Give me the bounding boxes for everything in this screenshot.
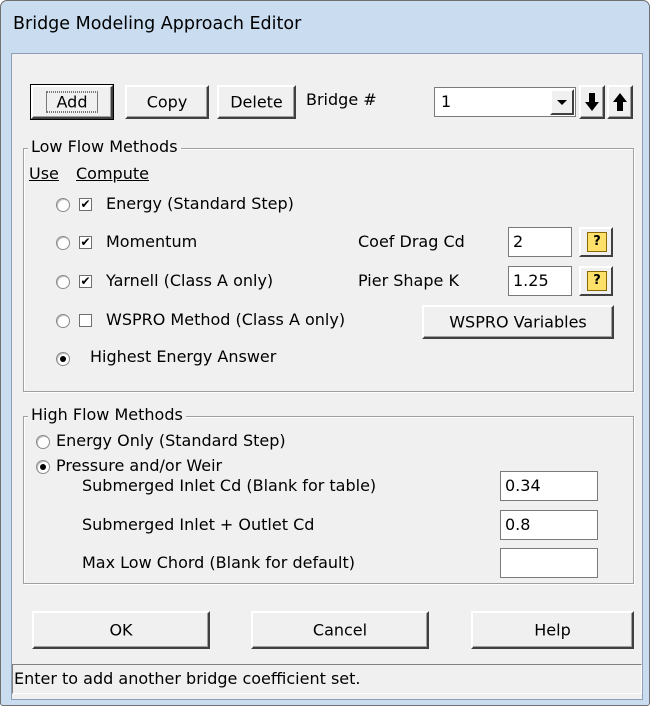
highest-energy-label: Highest Energy Answer bbox=[90, 347, 277, 366]
add-button-label: Add bbox=[46, 91, 98, 113]
submerged-inlet-outlet-label: Submerged Inlet + Outlet Cd bbox=[82, 515, 315, 534]
low-flow-title: Low Flow Methods bbox=[28, 137, 181, 156]
coef-drag-field[interactable]: 2 bbox=[508, 227, 572, 257]
high-flow-title: High Flow Methods bbox=[28, 405, 186, 424]
dropdown-button[interactable] bbox=[550, 89, 574, 115]
submerged-inlet-field[interactable]: 0.34 bbox=[500, 471, 598, 501]
coef-drag-label: Coef Drag Cd bbox=[358, 232, 465, 251]
bridge-number-label: Bridge # bbox=[306, 90, 377, 109]
move-up-button[interactable] bbox=[607, 85, 633, 119]
method-label-wspro: WSPRO Method (Class A only) bbox=[106, 310, 346, 329]
use-radio-highest-energy[interactable] bbox=[56, 352, 70, 366]
compute-column-header: Compute bbox=[76, 164, 149, 183]
wspro-variables-label: WSPRO Variables bbox=[449, 312, 587, 332]
compute-checkbox-wspro[interactable] bbox=[79, 314, 92, 327]
compute-checkbox-yarnell[interactable]: ✔ bbox=[79, 275, 92, 288]
question-help-icon: ? bbox=[587, 271, 607, 291]
dialog-client-area: Add Copy Delete Bridge # 1 Low Flow Meth… bbox=[11, 53, 643, 700]
question-help-icon: ? bbox=[587, 232, 607, 252]
pressure-weir-label: Pressure and/or Weir bbox=[56, 456, 223, 475]
max-low-chord-field[interactable] bbox=[500, 548, 598, 578]
method-label-energy: Energy (Standard Step) bbox=[106, 194, 294, 213]
copy-button-label: Copy bbox=[146, 92, 188, 112]
status-text: Enter to add another bridge coefficient … bbox=[14, 669, 361, 688]
arrow-down-icon bbox=[585, 93, 599, 111]
pressure-weir-radio[interactable] bbox=[36, 460, 50, 474]
bridge-number-select[interactable]: 1 bbox=[434, 87, 576, 117]
submerged-inlet-label: Submerged Inlet Cd (Blank for table) bbox=[82, 476, 377, 495]
method-label-momentum: Momentum bbox=[106, 232, 198, 251]
coef-drag-help-button[interactable]: ? bbox=[579, 227, 613, 257]
use-radio-wspro[interactable] bbox=[56, 314, 70, 328]
status-bar: Enter to add another bridge coefficient … bbox=[12, 664, 642, 694]
use-radio-momentum[interactable] bbox=[56, 236, 70, 250]
use-radio-energy[interactable] bbox=[56, 198, 70, 212]
energy-only-label: Energy Only (Standard Step) bbox=[56, 431, 286, 450]
compute-checkbox-energy[interactable]: ✔ bbox=[79, 198, 92, 211]
ok-button-label: OK bbox=[109, 620, 133, 640]
chevron-down-icon bbox=[557, 100, 567, 105]
method-label-yarnell: Yarnell (Class A only) bbox=[106, 271, 274, 290]
submerged-inlet-outlet-field[interactable]: 0.8 bbox=[500, 510, 598, 540]
bridge-number-value: 1 bbox=[441, 92, 452, 111]
help-button[interactable]: Help bbox=[471, 611, 634, 649]
cancel-button[interactable]: Cancel bbox=[251, 611, 429, 649]
delete-button-label: Delete bbox=[230, 92, 283, 112]
dialog-window: Bridge Modeling Approach Editor Add Copy… bbox=[0, 0, 650, 706]
cancel-button-label: Cancel bbox=[312, 620, 368, 640]
pier-shape-field[interactable]: 1.25 bbox=[508, 266, 572, 296]
move-down-button[interactable] bbox=[579, 85, 605, 119]
compute-checkbox-momentum[interactable]: ✔ bbox=[79, 236, 92, 249]
energy-only-radio[interactable] bbox=[36, 435, 50, 449]
max-low-chord-label: Max Low Chord (Blank for default) bbox=[82, 553, 355, 572]
add-button[interactable]: Add bbox=[30, 84, 114, 120]
help-button-label: Help bbox=[534, 620, 571, 640]
delete-button[interactable]: Delete bbox=[217, 85, 296, 119]
pier-shape-help-button[interactable]: ? bbox=[579, 266, 613, 296]
use-column-header: Use bbox=[29, 164, 59, 183]
pier-shape-label: Pier Shape K bbox=[358, 271, 459, 290]
ok-button[interactable]: OK bbox=[32, 611, 210, 649]
use-radio-yarnell[interactable] bbox=[56, 275, 70, 289]
copy-button[interactable]: Copy bbox=[125, 85, 209, 119]
arrow-up-icon bbox=[613, 93, 627, 111]
window-title: Bridge Modeling Approach Editor bbox=[13, 14, 302, 34]
wspro-variables-button[interactable]: WSPRO Variables bbox=[422, 305, 614, 339]
